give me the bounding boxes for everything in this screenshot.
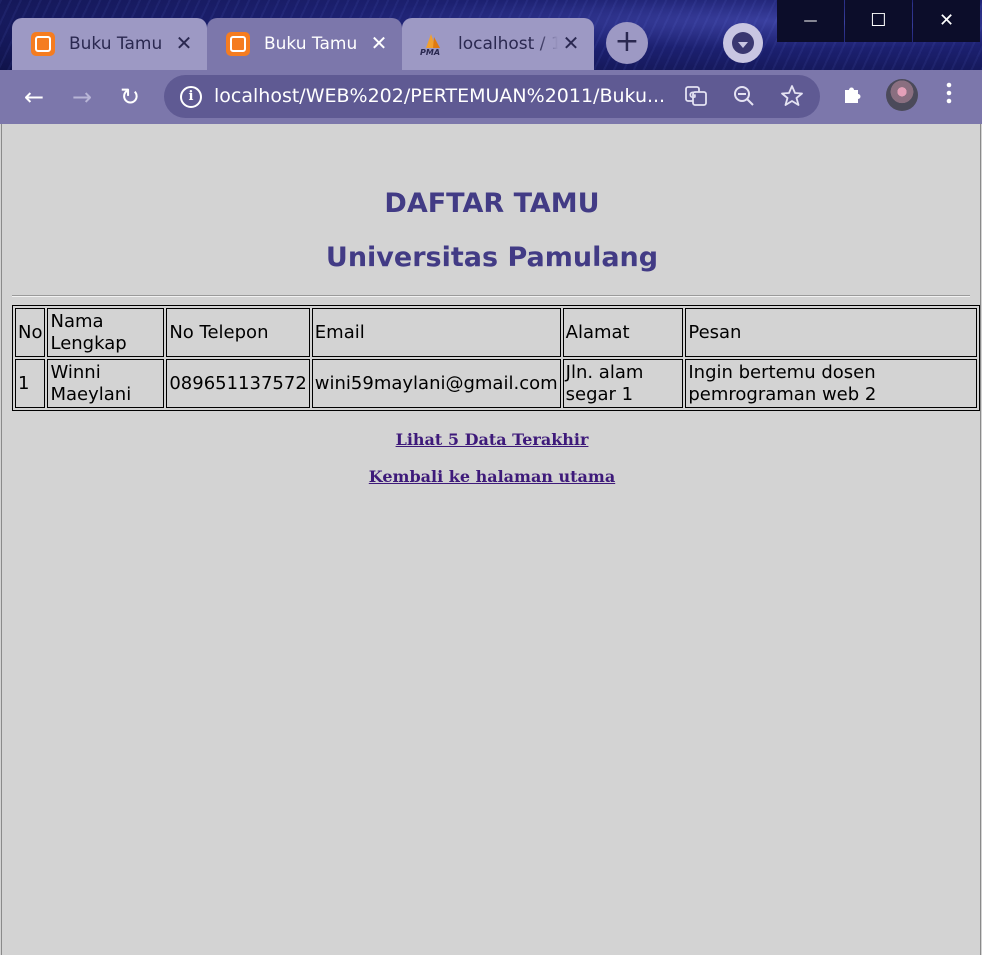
header-email: Email <box>311 308 561 357</box>
browser-menu-icon[interactable] <box>938 82 960 110</box>
bookmark-star-icon[interactable] <box>779 84 805 110</box>
site-info-icon[interactable]: i <box>180 86 202 108</box>
xampp-icon <box>226 32 250 56</box>
cell-email: wini59maylani@gmail.com <box>311 359 561 408</box>
link-row-last5: Lihat 5 Data Terakhir <box>2 430 982 449</box>
cell-nama: Winni Maeylani <box>47 359 165 408</box>
address-bar[interactable]: i localhost/WEB%202/PERTEMUAN%2011/Buku.… <box>164 75 820 118</box>
tab-title: Buku Tamu <box>69 34 163 54</box>
cell-pesan: Ingin bertemu dosen pemrograman web 2 <box>685 359 977 408</box>
page-subtitle: Universitas Pamulang <box>325 242 659 273</box>
last-5-data-link[interactable]: Lihat 5 Data Terakhir <box>396 430 589 449</box>
extensions-puzzle-icon[interactable] <box>840 82 866 108</box>
header-pesan: Pesan <box>685 308 977 357</box>
table-row: 1 Winni Maeylani 089651137572 wini59mayl… <box>15 359 977 408</box>
close-tab-icon[interactable]: ✕ <box>173 32 195 54</box>
close-tab-icon[interactable]: ✕ <box>368 32 390 54</box>
browser-toolbar: ← → ↻ i localhost/WEB%202/PERTEMUAN%2011… <box>0 70 982 124</box>
tab-phpmyadmin[interactable]: PMA localhost / 1 ✕ <box>402 18 594 70</box>
header-telepon: No Telepon <box>166 308 310 357</box>
xampp-icon <box>31 32 55 56</box>
tab-buku-tamu-1[interactable]: Buku Tamu ✕ <box>12 18 207 70</box>
tab-search-button[interactable] <box>723 23 763 63</box>
reload-button[interactable]: ↻ <box>115 82 145 112</box>
cell-no: 1 <box>15 359 46 408</box>
new-tab-button[interactable]: + <box>606 22 648 64</box>
divider <box>12 295 970 297</box>
close-window-button[interactable]: ✕ <box>913 0 980 42</box>
page-title: DAFTAR TAMU <box>384 188 600 219</box>
guest-table: No Nama Lengkap No Telepon Email Alamat … <box>12 305 980 411</box>
svg-text:G: G <box>689 91 696 101</box>
minimize-button[interactable]: — <box>777 0 844 42</box>
page-viewport: DAFTAR TAMU Universitas Pamulang No Nama… <box>1 124 981 955</box>
header-nama: Nama Lengkap <box>47 308 165 357</box>
cell-alamat: Jln. alam segar 1 <box>562 359 684 408</box>
header-no: No <box>15 308 46 357</box>
profile-avatar[interactable] <box>886 79 918 111</box>
header-alamat: Alamat <box>562 308 684 357</box>
back-button[interactable]: ← <box>19 82 49 112</box>
tab-buku-tamu-2[interactable]: Buku Tamu ✕ <box>207 18 402 70</box>
close-tab-icon[interactable]: ✕ <box>560 32 582 54</box>
maximize-button[interactable]: ☐ <box>845 0 912 42</box>
chevron-down-icon <box>732 32 754 54</box>
link-row-home: Kembali ke halaman utama <box>2 467 982 486</box>
tab-title: Buku Tamu <box>264 34 358 54</box>
forward-button[interactable]: → <box>67 82 97 112</box>
table-header-row: No Nama Lengkap No Telepon Email Alamat … <box>15 308 977 357</box>
phpmyadmin-icon: PMA <box>418 32 444 57</box>
svg-text:PMA: PMA <box>420 48 440 56</box>
tab-title: localhost / 1 <box>458 34 558 54</box>
url-text[interactable]: localhost/WEB%202/PERTEMUAN%2011/Buku... <box>214 85 674 107</box>
back-home-link[interactable]: Kembali ke halaman utama <box>369 467 615 486</box>
zoom-icon[interactable] <box>731 84 757 110</box>
cell-telepon: 089651137572 <box>166 359 310 408</box>
translate-icon[interactable]: G <box>683 84 709 110</box>
